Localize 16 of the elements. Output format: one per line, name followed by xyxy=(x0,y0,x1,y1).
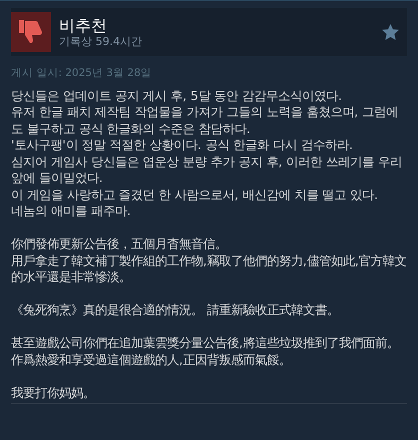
posted-date: 게시 일시: 2025년 3월 28일 xyxy=(11,66,153,81)
review-text: 네놈의 애미를 패주마. xyxy=(11,203,132,220)
review-text: 甚至遊戲公司你們在追加葉雲獎分量公告後,將這些垃圾推到了我們面前。 xyxy=(11,335,400,352)
review-text: 당신들은 업데이트 공지 게시 후, 5달 동안 감감무소식이였다. xyxy=(11,88,344,104)
review-verdict: 비추천 xyxy=(59,16,108,34)
review-text: '토사구팽'이 정말 적절한 상황이다. 공식 한글화 다시 검수하라. xyxy=(11,137,354,154)
review-text: 作爲熱愛和享受過這個遊戲的人,正因背叛感而氣餒。 xyxy=(11,352,292,368)
review-text: 이 게임을 사랑하고 즐겼던 한 사람으로서, 배신감에 치를 떨고 있다. xyxy=(11,186,379,204)
review-text: 你們發佈更新公告後，五個月杳無音信。 xyxy=(11,236,228,253)
review-text: 《兔死狗烹》真的是很合適的情況。 請重新驗收正式韓文書。 xyxy=(11,302,340,319)
review-text: 심지어 게임사 당신들은 엽운상 분량 추가 공지 후, 이러한 쓰레기를 우리 앞에 들이밀었다. xyxy=(11,154,403,187)
review-text: 유저 한글 패치 제작팀 작업물을 가져가 그들의 노력을 훔쳤으며, 그럼에도 불구하고 공식 한글화의 수준은 참담하다. xyxy=(11,104,400,138)
review-text: 用戶拿走了韓文補丁製作組的工作物,竊取了他們的努力,儘管如此,官方韓文的水平還是非常慘淡。 xyxy=(11,252,407,286)
review-text: 我要打你妈妈。 xyxy=(11,384,96,402)
star-icon[interactable] xyxy=(382,24,399,40)
hours-played: 기록상 59.4시간 xyxy=(59,34,143,48)
